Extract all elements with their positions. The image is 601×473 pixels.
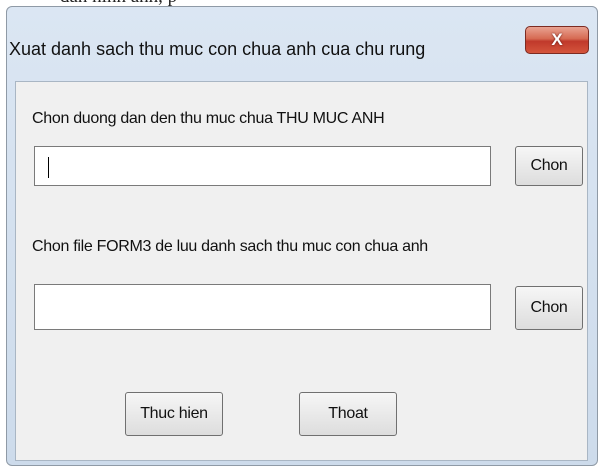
close-button[interactable]: X [525,26,589,54]
title-bar[interactable]: Xuat danh sach thu muc con chua anh cua … [7,7,597,77]
execute-button[interactable]: Thuc hien [125,392,223,436]
form3-file-input[interactable] [34,284,491,330]
dialog-window: Xuat danh sach thu muc con chua anh cua … [6,6,598,466]
form3-file-label: Chon file FORM3 de luu danh sach thu muc… [32,238,428,255]
close-icon: X [551,30,563,49]
folder-path-label: Chon duong dan den thu muc chua THU MUC … [32,110,385,127]
dialog-body: Chon duong dan den thu muc chua THU MUC … [15,81,588,461]
exit-button[interactable]: Thoat [299,392,397,436]
text-caret [48,157,49,178]
dialog-title: Xuat danh sach thu muc con chua anh cua … [9,39,426,59]
folder-browse-button[interactable]: Chon [515,146,583,186]
folder-path-input[interactable] [34,146,491,186]
file-browse-button[interactable]: Chon [515,286,583,330]
